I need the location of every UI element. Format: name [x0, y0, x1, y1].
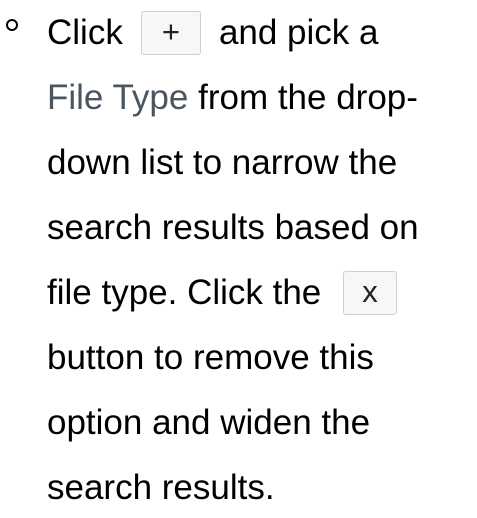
- add-filter-button: +: [140, 11, 201, 55]
- line-6: button to remove this: [47, 338, 374, 377]
- line-7: option and widen the: [47, 403, 371, 442]
- line-8: search results.: [47, 468, 275, 507]
- remove-filter-button: x: [343, 271, 397, 315]
- file-type-click-text: file type. Click the: [47, 273, 322, 312]
- file-type-term: File Type: [47, 78, 189, 117]
- line-5: file type. Click the x: [47, 260, 477, 325]
- line-2: File Type from the drop-: [47, 65, 477, 130]
- help-list-item: Click + and pick a File Type from the drop…: [0, 0, 477, 518]
- and-pick-text: and pick a: [218, 13, 379, 52]
- click-text: Click: [47, 13, 123, 52]
- line-1: Click + and pick a: [47, 0, 477, 65]
- instruction-paragraph: Click + and pick a File Type from the drop…: [47, 0, 477, 518]
- hollow-bullet-icon: [6, 19, 18, 31]
- from-drop-text: from the drop-: [188, 78, 418, 117]
- line-4: search results based on: [47, 208, 419, 247]
- line-3: down list to narrow the: [47, 143, 398, 182]
